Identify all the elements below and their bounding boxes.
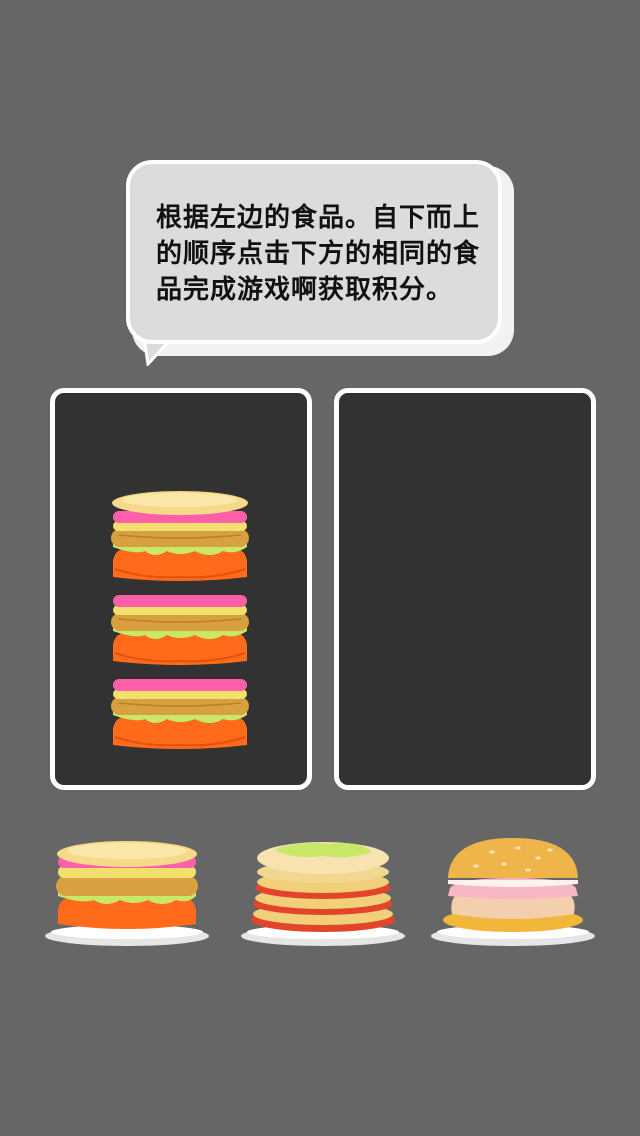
stack-layer-3 <box>110 510 250 582</box>
target-panel <box>50 388 312 790</box>
answer-panel <box>334 388 596 790</box>
cream-bun-icon <box>431 838 595 946</box>
instruction-bubble: 根据左边的食品。自下而上的顺序点击下方的相同的食品完成游戏啊获取积分。 <box>126 160 518 370</box>
pink-yellow-cake-icon <box>45 841 209 946</box>
stack-layer-2 <box>110 594 250 666</box>
bubble-body: 根据左边的食品。自下而上的顺序点击下方的相同的食品完成游戏啊获取积分。 <box>126 160 502 344</box>
layered-pancake-icon <box>241 842 405 946</box>
choice-pink-yellow-cake[interactable] <box>42 826 212 956</box>
instruction-text: 根据左边的食品。自下而上的顺序点击下方的相同的食品完成游戏啊获取积分。 <box>156 203 481 305</box>
stack-layer-1 <box>110 678 250 750</box>
choice-layered-pancake[interactable] <box>238 826 408 956</box>
choice-cream-bun[interactable] <box>428 826 598 956</box>
target-stack <box>110 491 250 750</box>
